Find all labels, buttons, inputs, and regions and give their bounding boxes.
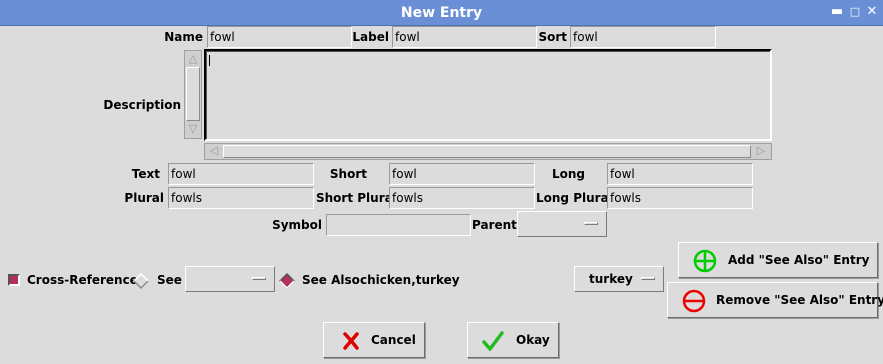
see-radio[interactable] xyxy=(133,273,149,289)
see-also-label: See Also xyxy=(302,273,360,287)
label-label: Label xyxy=(352,30,389,44)
scroll-up-icon[interactable]: △ xyxy=(186,52,200,66)
sort-field[interactable]: fowl xyxy=(570,26,716,48)
description-textarea[interactable] xyxy=(204,49,772,141)
text-label: Text xyxy=(131,167,160,181)
cancel-x-icon xyxy=(343,332,359,350)
dropdown-indicator-icon xyxy=(252,277,266,280)
label-field[interactable]: fowl xyxy=(392,26,537,48)
close-icon[interactable]: ✕ xyxy=(865,5,879,19)
maximize-icon[interactable]: □ xyxy=(848,5,862,19)
short-field[interactable]: fowl xyxy=(389,163,535,185)
name-label: Name xyxy=(164,30,203,44)
add-see-also-button[interactable]: Add "See Also" Entry xyxy=(678,242,878,278)
short-plural-label: Short Plural xyxy=(316,191,397,205)
remove-see-also-button[interactable]: Remove "See Also" Entry xyxy=(667,282,883,318)
scroll-thumb[interactable] xyxy=(186,67,200,121)
minimize-icon[interactable]: ▬ xyxy=(830,5,844,19)
horizontal-scroll-thumb[interactable] xyxy=(223,145,751,158)
remove-circle-icon xyxy=(682,289,706,313)
description-vertical-scrollbar[interactable]: △ ▽ xyxy=(184,50,202,139)
see-also-entry-dropdown[interactable]: turkey xyxy=(574,266,664,292)
cross-reference-checkbox[interactable] xyxy=(8,274,20,286)
see-label: See xyxy=(157,273,182,287)
sort-label: Sort xyxy=(538,30,567,44)
see-also-entry-value: turkey xyxy=(589,272,633,286)
scroll-left-icon[interactable]: ◁ xyxy=(206,144,222,159)
long-label: Long xyxy=(551,167,585,181)
text-caret xyxy=(209,55,210,66)
long-plural-field[interactable]: fowls xyxy=(607,187,753,209)
symbol-field[interactable] xyxy=(326,214,471,236)
short-plural-field[interactable]: fowls xyxy=(389,187,535,209)
parent-label: Parent xyxy=(472,218,517,232)
add-circle-icon xyxy=(693,249,717,273)
checkmark-icon xyxy=(482,331,504,351)
cancel-label: Cancel xyxy=(371,333,416,347)
add-see-also-label: Add "See Also" Entry xyxy=(728,253,870,267)
cross-reference-label: Cross-Reference xyxy=(27,273,138,287)
dropdown-indicator-icon xyxy=(641,277,655,280)
plural-label: Plural xyxy=(124,191,164,205)
description-label: Description xyxy=(103,98,181,112)
see-also-radio[interactable] xyxy=(279,273,295,289)
description-horizontal-scrollbar[interactable]: ◁ ▷ xyxy=(204,143,772,160)
long-field[interactable]: fowl xyxy=(607,163,753,185)
plural-field[interactable]: fowls xyxy=(168,187,314,209)
window-title: New Entry xyxy=(400,5,483,21)
text-field[interactable]: fowl xyxy=(168,163,314,185)
long-plural-label: Long Plural xyxy=(536,191,613,205)
okay-button[interactable]: Okay xyxy=(467,322,559,358)
dropdown-indicator-icon xyxy=(584,222,598,225)
scroll-down-icon[interactable]: ▽ xyxy=(186,122,200,136)
scroll-right-icon[interactable]: ▷ xyxy=(753,144,769,159)
short-label: Short xyxy=(329,167,367,181)
cancel-button[interactable]: Cancel xyxy=(323,322,425,358)
okay-label: Okay xyxy=(516,333,550,347)
see-dropdown[interactable] xyxy=(185,266,275,292)
name-field[interactable]: fowl xyxy=(207,26,352,48)
see-also-value: chicken,turkey xyxy=(360,273,460,287)
symbol-label: Symbol xyxy=(272,218,322,232)
parent-dropdown[interactable] xyxy=(517,211,607,237)
remove-see-also-label: Remove "See Also" Entry xyxy=(716,293,883,307)
